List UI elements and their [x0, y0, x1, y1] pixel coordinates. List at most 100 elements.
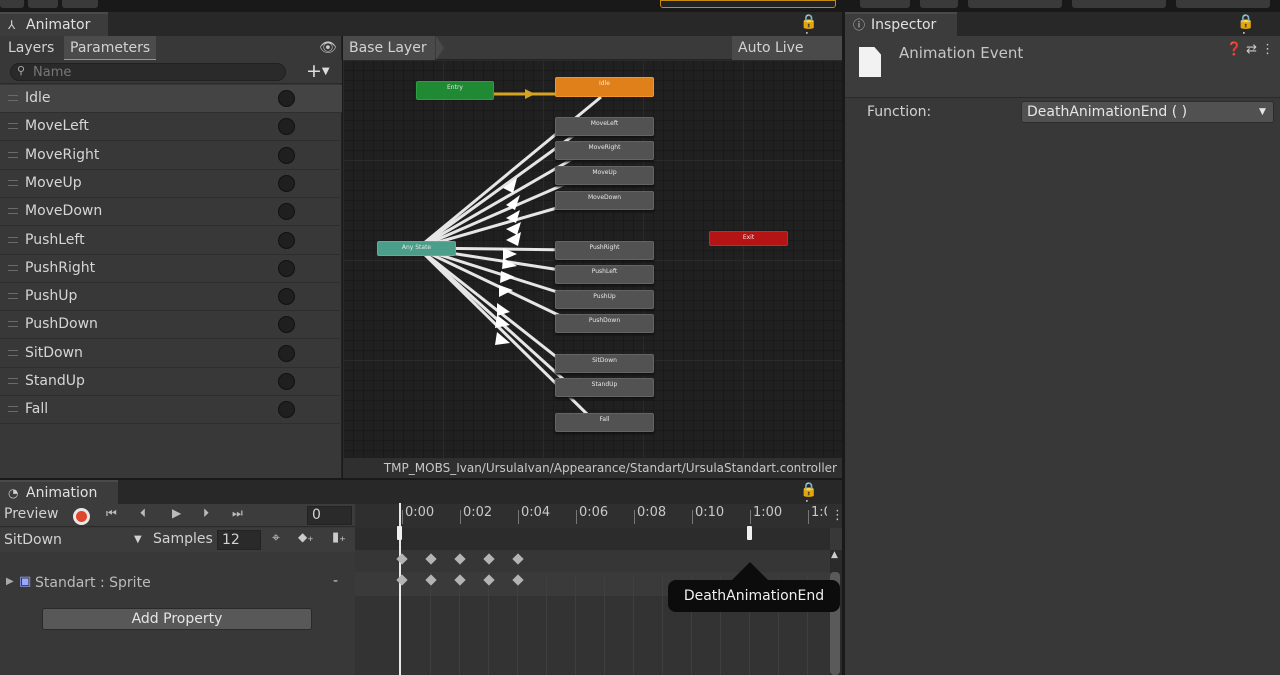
parameter-row[interactable]: MoveRight — [0, 142, 342, 170]
keyframe-target-icon[interactable]: ⌖ — [272, 530, 280, 546]
trigger-toggle[interactable] — [278, 90, 295, 107]
property-row[interactable]: ▶ ▣ Standart : Sprite - — [0, 573, 355, 596]
state-node[interactable]: PushDown — [555, 314, 654, 333]
playhead-marker[interactable] — [397, 526, 402, 540]
drag-handle-icon[interactable] — [8, 151, 18, 158]
record-button[interactable] — [73, 508, 90, 525]
drag-handle-icon[interactable] — [8, 236, 18, 243]
drag-handle-icon[interactable] — [8, 208, 18, 215]
inspector-tab[interactable]: ⓘ Inspector — [845, 12, 957, 36]
parameter-row[interactable]: Idle — [0, 85, 342, 113]
any-state-node[interactable]: Any State — [377, 241, 456, 256]
trigger-toggle[interactable] — [278, 288, 295, 306]
toolbar-button[interactable] — [968, 0, 1062, 8]
parameter-row[interactable]: SitDown — [0, 340, 342, 368]
parameter-row[interactable]: StandUp — [0, 368, 342, 396]
vertical-scrollbar[interactable]: ▲ — [830, 550, 842, 675]
function-dropdown[interactable]: DeathAnimationEnd ( ) ▼ — [1021, 101, 1274, 123]
state-node[interactable]: PushLeft — [555, 265, 654, 284]
toolbar-button[interactable] — [0, 0, 24, 8]
trigger-toggle[interactable] — [278, 344, 295, 362]
parameter-row[interactable]: PushDown — [0, 311, 342, 340]
drag-handle-icon[interactable] — [8, 123, 18, 130]
drag-handle-icon[interactable] — [8, 264, 18, 271]
frame-input[interactable]: 0 — [307, 506, 352, 525]
graph-header: Base Layer Auto Live Link — [343, 36, 842, 80]
state-node[interactable]: MoveUp — [555, 166, 654, 185]
toolbar-button[interactable] — [1176, 0, 1270, 8]
toolbar-highlight-field[interactable] — [660, 0, 836, 8]
parameter-row[interactable]: MoveLeft — [0, 113, 342, 142]
trigger-toggle[interactable] — [278, 231, 295, 249]
add-parameter-button[interactable]: +▼ — [306, 60, 330, 83]
toolbar-button[interactable] — [62, 0, 98, 8]
search-input[interactable]: ⚲ Name — [10, 63, 286, 81]
drag-handle-icon[interactable] — [8, 349, 18, 356]
parameter-row[interactable]: MoveUp — [0, 170, 342, 198]
state-node[interactable]: PushUp — [555, 290, 654, 309]
add-property-button[interactable]: Add Property — [42, 608, 312, 630]
breadcrumb[interactable]: Base Layer — [343, 36, 435, 60]
drag-handle-icon[interactable] — [8, 95, 18, 101]
trigger-toggle[interactable] — [278, 259, 295, 277]
state-machine-graph[interactable]: Entry Idle Any State Exit MoveLeft MoveR… — [343, 60, 842, 458]
animation-tab[interactable]: ◔ Animation — [0, 480, 118, 504]
clip-dropdown[interactable]: SitDown ▼ — [0, 530, 148, 550]
first-keyframe-icon[interactable]: ⏮ — [106, 506, 117, 521]
exit-node[interactable]: Exit — [709, 231, 788, 246]
parameter-row[interactable]: PushRight — [0, 255, 342, 283]
parameter-row[interactable]: Fall — [0, 396, 342, 425]
last-keyframe-icon[interactable]: ⏭ — [232, 506, 243, 521]
next-keyframe-icon[interactable]: ⏵ — [203, 506, 209, 521]
header-tool-icons[interactable]: ❓⇄⋮ — [1226, 42, 1278, 57]
parameter-row[interactable]: MoveDown — [0, 198, 342, 227]
trigger-toggle[interactable] — [278, 118, 295, 136]
search-placeholder: Name — [33, 65, 72, 80]
parameter-row[interactable]: PushUp — [0, 283, 342, 312]
trigger-toggle[interactable] — [278, 401, 295, 419]
property-label: Standart : Sprite — [35, 575, 151, 591]
auto-live-link-button[interactable]: Auto Live Link — [732, 36, 842, 80]
preview-toggle[interactable]: Preview — [4, 506, 59, 522]
state-node[interactable]: PushRight — [555, 241, 654, 260]
add-keyframe-icon[interactable]: ◆₊ — [298, 530, 314, 544]
trigger-toggle[interactable] — [278, 146, 295, 164]
animator-tab[interactable]: ⅄ Animator — [0, 12, 108, 36]
prev-keyframe-icon[interactable]: ⏴ — [140, 506, 146, 521]
toolbar-button[interactable] — [1072, 0, 1166, 8]
animation-event-marker[interactable] — [747, 526, 752, 540]
play-icon[interactable]: ▶ — [172, 506, 181, 520]
trigger-toggle[interactable] — [278, 316, 295, 334]
entry-node[interactable]: Entry — [416, 81, 494, 100]
expand-arrow-icon[interactable]: ▶ — [6, 576, 14, 587]
drag-handle-icon[interactable] — [8, 179, 18, 186]
toolbar-button[interactable] — [28, 0, 58, 8]
state-node[interactable]: MoveLeft — [555, 117, 654, 136]
state-node[interactable]: Fall — [555, 413, 654, 432]
scroll-up-arrow[interactable]: ▲ — [831, 550, 838, 560]
idle-node[interactable]: Idle — [555, 77, 654, 97]
trigger-toggle[interactable] — [278, 203, 295, 221]
parameter-row[interactable]: PushLeft — [0, 227, 342, 255]
grid-line — [517, 575, 518, 675]
samples-input[interactable]: 12 — [217, 530, 261, 550]
add-event-icon[interactable]: ▮₊ — [332, 530, 346, 545]
state-node[interactable]: MoveDown — [555, 191, 654, 210]
grid-line — [488, 575, 489, 675]
drag-handle-icon[interactable] — [8, 378, 18, 384]
trigger-toggle[interactable] — [278, 373, 295, 390]
state-node[interactable]: SitDown — [555, 354, 654, 373]
trigger-toggle[interactable] — [278, 174, 295, 192]
drag-handle-icon[interactable] — [8, 321, 18, 328]
toolbar-button[interactable] — [920, 0, 958, 8]
tab-layers[interactable]: Layers — [2, 36, 61, 60]
remove-property-icon[interactable]: - — [333, 573, 338, 589]
eye-icon[interactable]: 👁 — [319, 40, 337, 56]
toolbar-button[interactable] — [860, 0, 910, 8]
drag-handle-icon[interactable] — [8, 406, 18, 413]
state-node[interactable]: StandUp — [555, 378, 654, 397]
event-track[interactable] — [355, 528, 830, 550]
tab-parameters[interactable]: Parameters — [64, 36, 157, 60]
drag-handle-icon[interactable] — [8, 293, 18, 300]
state-node[interactable]: MoveRight — [555, 141, 654, 160]
